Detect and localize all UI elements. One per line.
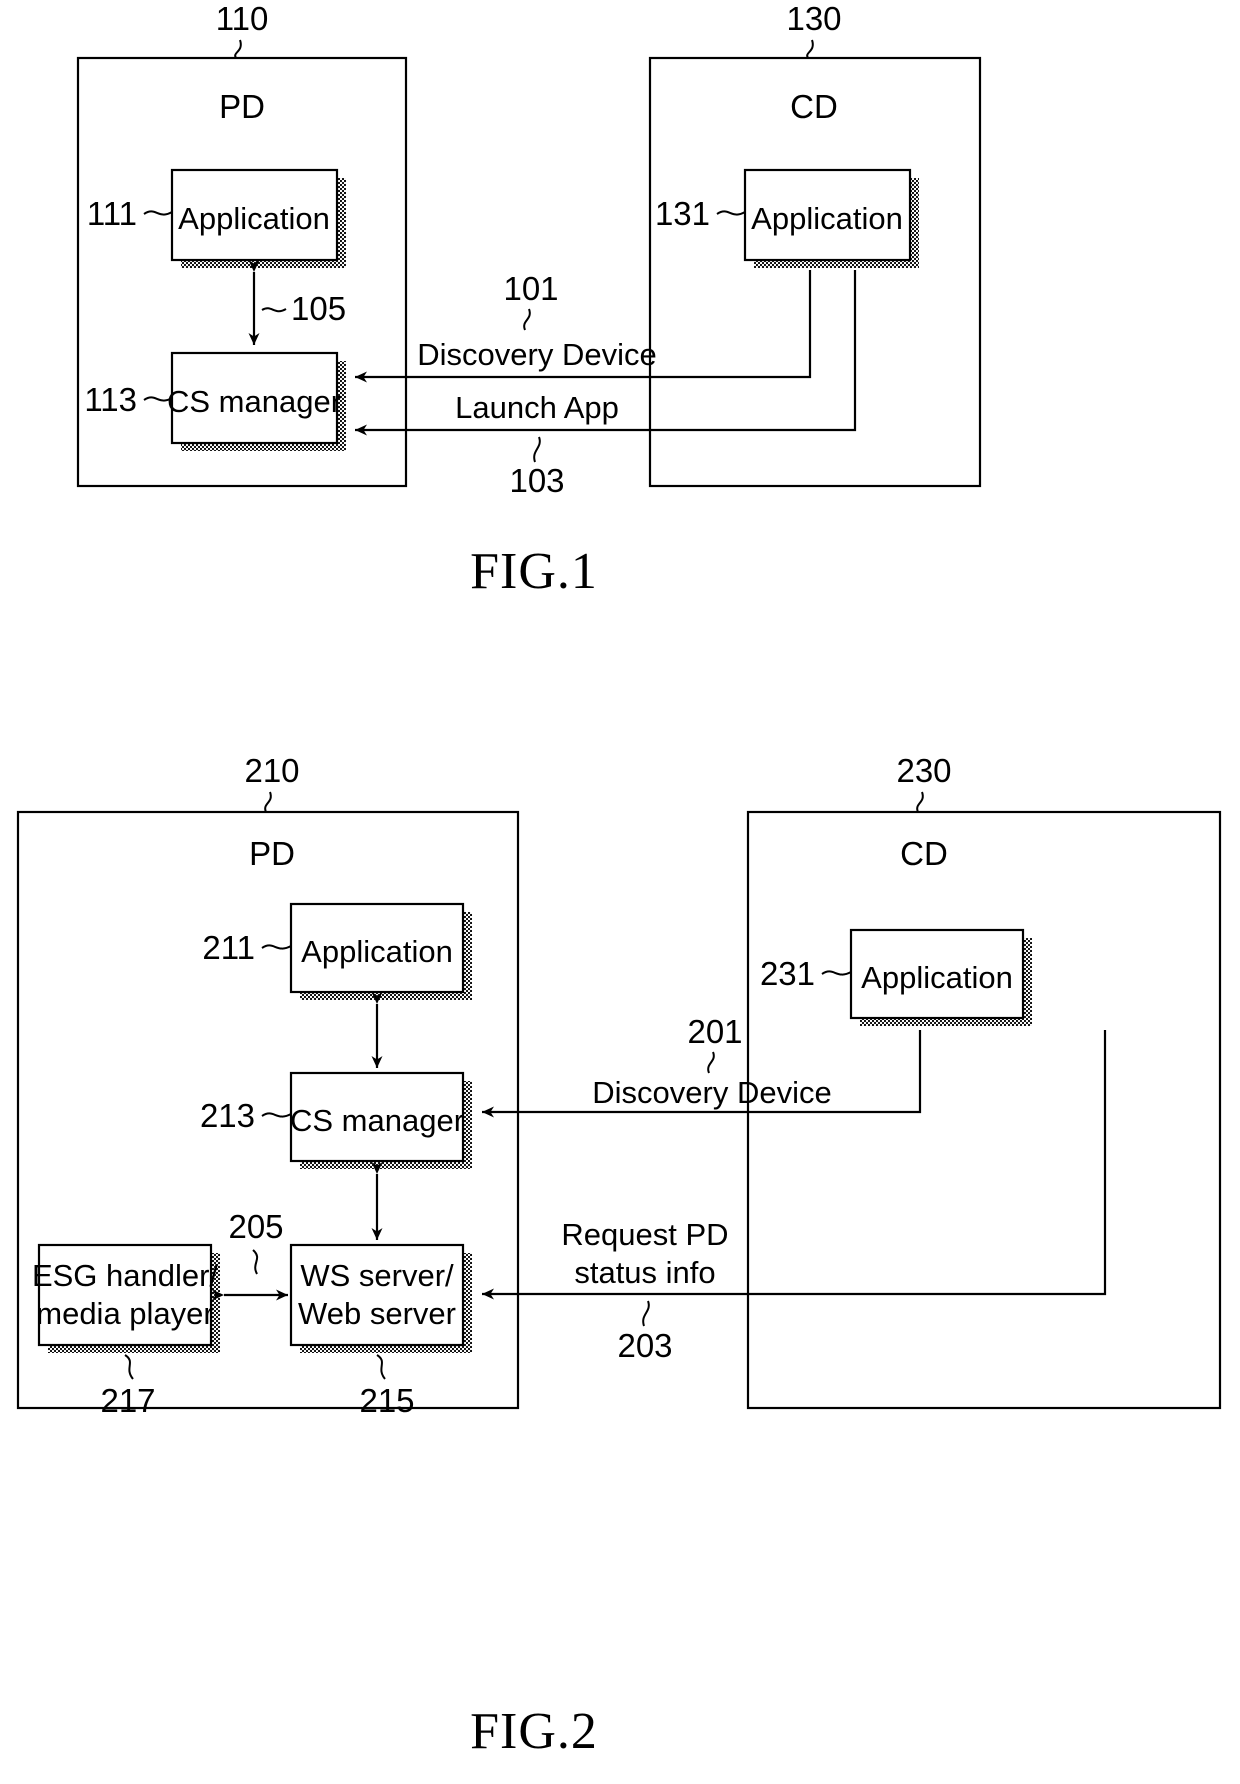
fig1-ref-110-leader [234, 39, 242, 59]
fig1-label-discovery-device: Discovery Device [417, 337, 656, 372]
fig2-ref-213-leader [261, 1112, 292, 1118]
fig2-ref-205: 205 [228, 1208, 283, 1245]
fig2-esg-handler-label-line1: ESG handler/ [32, 1258, 218, 1293]
fig1-label-launch-app: Launch App [455, 390, 619, 425]
fig2-cs-manager-label: CS manager [290, 1103, 464, 1138]
fig1-cd-label: CD [790, 88, 838, 125]
fig2-pd-label: PD [249, 835, 295, 872]
fig1-ref-113: 113 [84, 381, 137, 418]
fig2-ref-230: 230 [896, 752, 951, 789]
fig2-ref-203: 203 [617, 1327, 672, 1364]
fig1-ref-131: 131 [655, 195, 710, 232]
fig2-application-cd-block: Application [849, 928, 1032, 1026]
fig1-ref-111: 111 [87, 195, 137, 232]
fig2-ref-213: 213 [200, 1097, 255, 1134]
fig2-application-pd-block: Application [289, 902, 472, 1000]
fig2-caption: FIG.2 [470, 1703, 598, 1760]
fig1-ref-110: 110 [216, 0, 269, 37]
fig2-ref-231: 231 [760, 955, 815, 992]
fig2-application-cd-label: Application [861, 960, 1013, 995]
fig1-application-cd-label: Application [751, 201, 903, 236]
fig2-ref-211: 211 [202, 929, 255, 966]
fig1-application-pd-label: Application [178, 201, 330, 236]
fig1-cs-manager-block: CS manager [167, 351, 346, 451]
fig2-link-205 [212, 1249, 288, 1301]
fig2-esg-handler-label-line2: media player [36, 1296, 213, 1331]
fig2-label-request-line1: Request PD [561, 1217, 728, 1252]
fig2-cd-container [746, 810, 1222, 1410]
fig1-caption: FIG.1 [470, 543, 598, 600]
fig2-label-request-line2: status info [574, 1255, 715, 1290]
fig2-ref-217-leader [124, 1354, 134, 1380]
fig2-ref-217: 217 [100, 1382, 155, 1419]
fig2-ref-215-leader [376, 1354, 386, 1380]
fig2-cs-manager-block: CS manager [289, 1071, 472, 1169]
fig1-ref-105: 105 [291, 290, 346, 327]
fig2-ws-server-block: WS server/ Web server [289, 1243, 472, 1353]
figure-1: 110 PD 130 CD Application 111 105 CS man… [0, 0, 1240, 700]
figure-2: 210 PD 230 CD Application 211 CS manager… [0, 740, 1240, 1784]
fig2-ref-201: 201 [687, 1013, 742, 1050]
fig2-ref-231-leader [821, 970, 852, 976]
fig1-ref-131-leader [716, 210, 746, 216]
fig2-ref-210-leader [264, 791, 272, 813]
fig2-ref-210: 210 [244, 752, 299, 789]
fig1-ref-101: 101 [503, 270, 558, 307]
fig1-ref-111-leader [143, 210, 173, 216]
fig1-pd-label: PD [219, 88, 265, 125]
fig2-ws-server-label-line2: Web server [298, 1296, 456, 1331]
fig1-application-pd-block: Application [170, 168, 346, 268]
fig2-application-pd-label: Application [301, 934, 453, 969]
fig1-ref-103: 103 [509, 462, 564, 499]
fig1-application-cd-block: Application [743, 168, 919, 268]
fig2-ref-211-leader [261, 944, 292, 950]
fig1-ref-130-leader [806, 39, 814, 59]
fig1-link-105 [248, 260, 287, 345]
fig1-cs-manager-label: CS manager [167, 384, 341, 419]
fig2-ref-215: 215 [359, 1382, 414, 1419]
fig2-cd-label: CD [900, 835, 948, 872]
fig1-ref-130: 130 [786, 0, 841, 37]
fig2-ws-server-label-line1: WS server/ [300, 1258, 454, 1293]
fig2-ref-230-leader [916, 791, 924, 813]
fig2-esg-handler-block: ESG handler/ media player [32, 1243, 220, 1353]
fig2-label-discovery-device: Discovery Device [592, 1075, 831, 1110]
